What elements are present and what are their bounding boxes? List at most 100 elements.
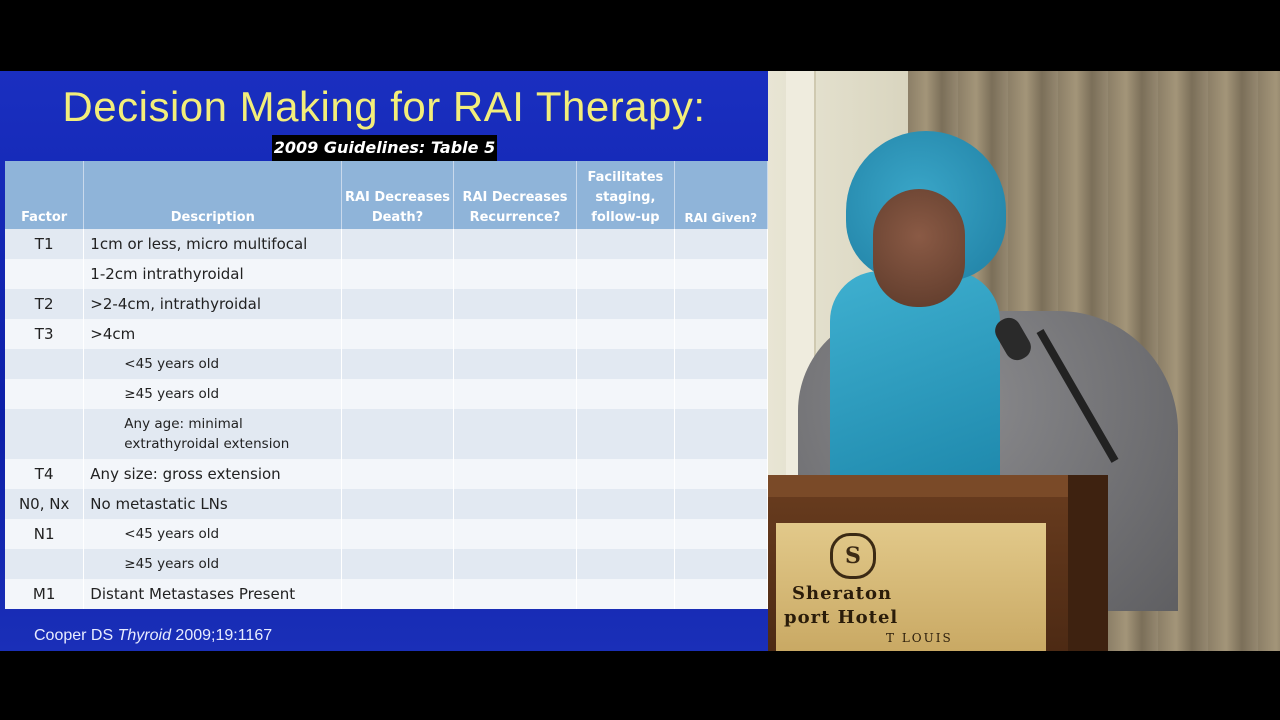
cell-factor bbox=[5, 409, 85, 459]
cell-factor: T1 bbox=[5, 229, 85, 259]
cell-description: ≥45 years old bbox=[83, 549, 343, 579]
cell-empty bbox=[453, 379, 578, 409]
cell-empty bbox=[341, 319, 454, 349]
cell-empty bbox=[576, 549, 675, 579]
cell-empty bbox=[576, 579, 675, 609]
cell-empty bbox=[453, 259, 578, 289]
cell-empty bbox=[674, 579, 768, 609]
cell-empty bbox=[453, 409, 578, 459]
cell-factor: N0, Nx bbox=[5, 489, 85, 519]
table-row: T4 Any size: gross extension bbox=[5, 459, 768, 489]
cell-description: 1-2cm intrathyroidal bbox=[83, 259, 343, 289]
cell-empty bbox=[453, 349, 578, 379]
table-row: T3 >4cm bbox=[5, 319, 768, 349]
table-row: T2 >2-4cm, intrathyroidal bbox=[5, 289, 768, 319]
citation-authors: Cooper DS bbox=[34, 627, 114, 644]
cell-factor: M1 bbox=[5, 579, 85, 609]
cell-factor: T3 bbox=[5, 319, 85, 349]
cell-empty bbox=[576, 319, 675, 349]
cell-empty bbox=[453, 489, 578, 519]
table-row: N0, Nx No metastatic LNs bbox=[5, 489, 768, 519]
cell-empty bbox=[341, 379, 454, 409]
header-decreases-recurrence: RAI Decreases Recurrence? bbox=[453, 161, 578, 229]
header-staging: Facilitates staging, follow-up bbox=[576, 161, 675, 229]
cell-empty bbox=[453, 459, 578, 489]
citation-journal: Thyroid bbox=[117, 627, 171, 644]
sheraton-logo: S bbox=[830, 533, 876, 579]
cell-factor bbox=[5, 549, 85, 579]
cell-empty bbox=[341, 489, 454, 519]
cell-factor bbox=[5, 379, 85, 409]
cell-empty bbox=[341, 349, 454, 379]
table-row: T1 1cm or less, micro multifocal bbox=[5, 229, 768, 259]
cell-empty bbox=[674, 459, 768, 489]
header-description: Description bbox=[83, 161, 343, 229]
speaker-face bbox=[873, 189, 965, 307]
table-row: N1 <45 years old bbox=[5, 519, 768, 549]
cell-empty bbox=[341, 519, 454, 549]
cell-empty bbox=[576, 229, 675, 259]
header-rai-given: RAI Given? bbox=[674, 161, 768, 229]
cell-empty bbox=[341, 409, 454, 459]
hotel-plaque: S Sheraton port Hotel T LOUIS bbox=[776, 523, 1046, 651]
cell-empty bbox=[453, 289, 578, 319]
cell-empty bbox=[674, 379, 768, 409]
cell-empty bbox=[576, 289, 675, 319]
cell-empty bbox=[341, 289, 454, 319]
citation: Cooper DS Thyroid 2009;19:1167 bbox=[34, 627, 272, 645]
cell-empty bbox=[576, 349, 675, 379]
cell-empty bbox=[453, 519, 578, 549]
table-row: Any age: minimal extrathyroidal extensio… bbox=[5, 409, 768, 459]
cell-empty bbox=[453, 319, 578, 349]
cell-empty bbox=[674, 409, 768, 459]
cell-factor bbox=[5, 349, 85, 379]
table-row: ≥45 years old bbox=[5, 549, 768, 579]
cell-description: No metastatic LNs bbox=[83, 489, 343, 519]
cell-empty bbox=[341, 229, 454, 259]
cell-empty bbox=[341, 459, 454, 489]
cell-empty bbox=[674, 519, 768, 549]
podium-side bbox=[1068, 475, 1108, 651]
speaker-camera-view: S Sheraton port Hotel T LOUIS bbox=[768, 71, 1280, 651]
cell-empty bbox=[576, 259, 675, 289]
cell-description: >2-4cm, intrathyroidal bbox=[83, 289, 343, 319]
cell-empty bbox=[576, 379, 675, 409]
cell-description: Any size: gross extension bbox=[83, 459, 343, 489]
cell-empty bbox=[576, 519, 675, 549]
cell-description: <45 years old bbox=[83, 519, 343, 549]
cell-empty bbox=[674, 289, 768, 319]
cell-description: 1cm or less, micro multifocal bbox=[83, 229, 343, 259]
cell-empty bbox=[674, 489, 768, 519]
header-decreases-death: RAI Decreases Death? bbox=[341, 161, 454, 229]
presentation-slide: Decision Making for RAI Therapy: 2009 Gu… bbox=[0, 71, 768, 651]
citation-reference: 2009;19:1167 bbox=[175, 627, 273, 644]
cell-empty bbox=[453, 579, 578, 609]
cell-description: Distant Metastases Present bbox=[83, 579, 343, 609]
cell-empty bbox=[453, 229, 578, 259]
table-row: ≥45 years old bbox=[5, 379, 768, 409]
cell-empty bbox=[674, 549, 768, 579]
table-body: T1 1cm or less, micro multifocal 1-2cm int… bbox=[5, 229, 768, 609]
cell-factor bbox=[5, 259, 85, 289]
cell-empty bbox=[341, 259, 454, 289]
cell-empty bbox=[341, 579, 454, 609]
cell-factor: N1 bbox=[5, 519, 85, 549]
slide-subtitle: 2009 Guidelines: Table 5 bbox=[272, 135, 497, 161]
slide-title: Decision Making for RAI Therapy: bbox=[62, 83, 706, 130]
table-row: 1-2cm intrathyroidal bbox=[5, 259, 768, 289]
table-header-row: Factor Description RAI Decreases Death? … bbox=[5, 161, 768, 229]
table-row: M1 Distant Metastases Present bbox=[5, 579, 768, 609]
cell-factor: T2 bbox=[5, 289, 85, 319]
cell-factor: T4 bbox=[5, 459, 85, 489]
podium-top bbox=[768, 475, 1098, 497]
cell-description: <45 years old bbox=[83, 349, 343, 379]
header-factor: Factor bbox=[5, 161, 85, 229]
cell-empty bbox=[576, 489, 675, 519]
cell-description: Any age: minimal extrathyroidal extensio… bbox=[83, 409, 343, 459]
cell-empty bbox=[341, 549, 454, 579]
cell-empty bbox=[674, 319, 768, 349]
rai-decision-table: Factor Description RAI Decreases Death? … bbox=[5, 161, 768, 609]
cell-description: >4cm bbox=[83, 319, 343, 349]
cell-empty bbox=[674, 229, 768, 259]
plaque-line-3: T LOUIS bbox=[886, 631, 953, 645]
